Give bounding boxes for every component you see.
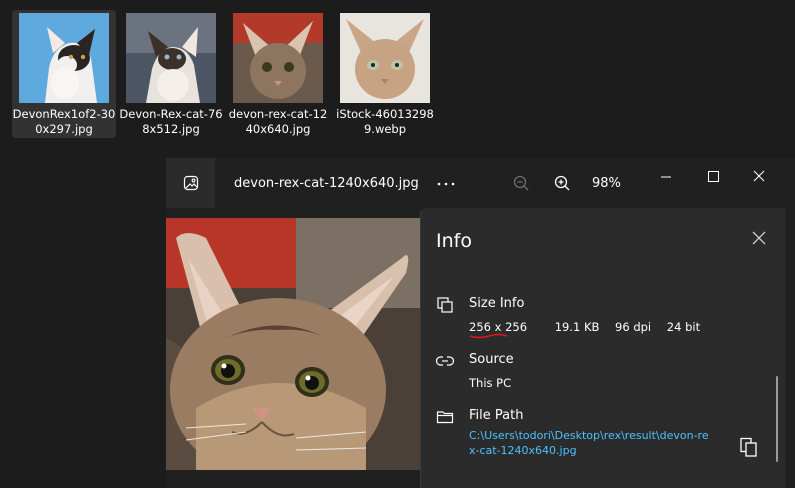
copy-path-button[interactable] xyxy=(738,436,760,458)
thumbnail-label: DevonRex1of2-300x297.jpg xyxy=(12,107,116,136)
zoom-out-button[interactable] xyxy=(509,172,533,194)
more-options-button[interactable] xyxy=(434,172,458,194)
zoom-in-button[interactable] xyxy=(550,172,574,194)
source-heading: Source xyxy=(469,352,514,367)
more-icon xyxy=(437,182,455,186)
folder-icon xyxy=(436,408,454,426)
photos-app-icon xyxy=(183,175,199,191)
minimize-button[interactable] xyxy=(651,166,681,188)
size-info-heading: Size Info xyxy=(469,296,525,311)
zoom-in-icon xyxy=(554,175,570,191)
zoom-out-icon xyxy=(513,175,529,191)
photo-viewer-window: devon-rex-cat-1240x640.jpg 98% Info Size… xyxy=(166,158,795,488)
thumbnail-image xyxy=(340,13,430,103)
bit-depth: 24 bit xyxy=(666,320,701,334)
thumbnail-label: devon-rex-cat-1240x640.jpg xyxy=(228,107,328,136)
close-window-button[interactable] xyxy=(744,166,774,188)
cat-photo xyxy=(166,218,420,470)
file-path-heading: File Path xyxy=(469,408,524,423)
red-underline-annotation xyxy=(469,333,508,339)
file-size: 19.1 KB xyxy=(554,320,600,334)
close-icon xyxy=(752,231,766,245)
thumbnail-image xyxy=(126,13,216,103)
size-info-values: 256 x 256 19.1 KB 96 dpi 24 bit xyxy=(469,320,712,339)
file-path-link[interactable]: C:\Users\todori\Desktop\rex\result\devon… xyxy=(469,428,709,458)
app-icon-button[interactable] xyxy=(166,158,215,208)
copy-icon xyxy=(740,437,757,457)
info-panel-scrollbar[interactable] xyxy=(776,376,778,462)
close-info-button[interactable] xyxy=(751,230,767,246)
dimensions-text: 256 x 256 xyxy=(469,320,528,334)
thumbnail-image xyxy=(233,13,323,103)
thumbnail-label: Devon-Rex-cat-768x512.jpg xyxy=(119,107,223,136)
thumbnail-item[interactable]: iStock-460132989.webp xyxy=(333,10,437,138)
image-dimensions: 256 x 256 xyxy=(469,320,539,339)
source-value: This PC xyxy=(469,376,512,390)
size-info-icon xyxy=(436,296,454,314)
close-icon xyxy=(753,170,765,182)
minimize-icon xyxy=(661,176,671,178)
image-dpi: 96 dpi xyxy=(615,320,652,334)
maximize-button[interactable] xyxy=(698,166,728,188)
title-bar: devon-rex-cat-1240x640.jpg 98% xyxy=(166,158,795,208)
zoom-level[interactable]: 98% xyxy=(592,176,621,191)
thumbnail-item[interactable]: devon-rex-cat-1240x640.jpg xyxy=(226,10,330,138)
photo-canvas[interactable] xyxy=(166,218,420,470)
maximize-icon xyxy=(708,171,719,182)
file-name-title: devon-rex-cat-1240x640.jpg xyxy=(234,176,419,191)
thumbnail-item[interactable]: DevonRex1of2-300x297.jpg xyxy=(12,10,116,138)
info-panel-title: Info xyxy=(436,230,472,252)
thumbnail-image xyxy=(19,13,109,103)
link-icon xyxy=(435,352,455,370)
thumbnail-label: iStock-460132989.webp xyxy=(336,107,434,136)
info-panel: Info Size Info 256 x 256 19.1 KB 96 dpi … xyxy=(420,208,785,488)
thumbnail-item[interactable]: Devon-Rex-cat-768x512.jpg xyxy=(119,10,223,138)
